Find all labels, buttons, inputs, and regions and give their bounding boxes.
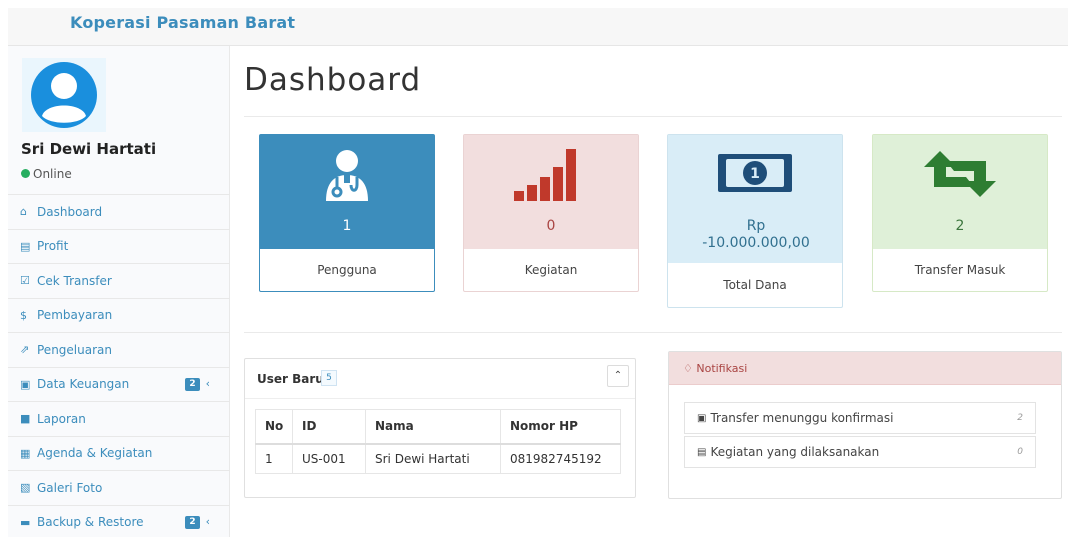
count-badge: 5 — [321, 370, 337, 386]
avatar — [22, 58, 106, 132]
sidebar-item-label: Data Keuangan — [37, 377, 130, 392]
chevron-left-icon: ‹ — [205, 514, 210, 528]
user-status-label: Online — [33, 167, 72, 181]
notification-label: Kegiatan yang dilaksanakan — [710, 445, 880, 459]
money-bill-icon: 1 — [718, 154, 792, 192]
sidebar-item-label: Cek Transfer — [37, 273, 112, 288]
table-cell: 1 — [255, 443, 293, 474]
notifikasi-panel: ♢ Notifikasi ▣ Transfer menunggu konfirm… — [668, 351, 1062, 499]
dollar-icon: $ — [20, 308, 27, 322]
user-doctor-icon — [326, 150, 368, 201]
money-icon: ▣ — [20, 377, 31, 391]
table-cell: US-001 — [292, 443, 366, 474]
divider — [244, 116, 1062, 117]
table-row[interactable]: 1 US-001 Sri Dewi Hartati 081982745192 — [255, 443, 621, 474]
stat-value: 0 — [546, 218, 556, 234]
stat-card-transfer-masuk[interactable]: 2 Transfer Masuk — [872, 134, 1048, 292]
sidebar-item-label: Profit — [37, 239, 69, 254]
column-header: Nomor HP — [500, 409, 621, 445]
bar-chart-icon: ▤ — [20, 239, 31, 253]
signal-icon — [514, 149, 576, 201]
stat-card-kegiatan[interactable]: 0 Kegiatan — [463, 134, 639, 292]
stat-card-total-dana[interactable]: 1 Rp -10.000.000,00 Total Dana — [667, 134, 843, 308]
column-header: Nama — [365, 409, 501, 445]
panel-title-label: Notifikasi — [696, 362, 748, 375]
money-icon: ▣ — [697, 412, 707, 424]
sidebar-item-label: Laporan — [37, 411, 86, 426]
notification-item-transfer[interactable]: ▣ Transfer menunggu konfirmasi 2 — [684, 402, 1036, 434]
menu-badge: 2 — [185, 515, 200, 529]
sidebar-item-agenda-kegiatan[interactable]: ▦ Agenda & Kegiatan — [8, 435, 230, 471]
sidebar-item-label: Agenda & Kegiatan — [37, 446, 153, 461]
list-icon: ▤ — [697, 446, 707, 458]
sidebar-item-label: Galeri Foto — [37, 480, 103, 495]
stat-value: 2 — [955, 218, 965, 234]
database-icon: ▬ — [20, 515, 31, 529]
chevron-up-icon: ⌃ — [613, 370, 623, 381]
sidebar-menu: ⌂ Dashboard ▤ Profit ☑ Cek Transfer $ Pe… — [8, 194, 230, 537]
menu-badge: 2 — [185, 377, 200, 391]
stat-label: Total Dana — [723, 278, 787, 292]
table-header-row: No ID Nama Nomor HP — [255, 409, 621, 445]
sidebar-item-backup-restore[interactable]: ▬ Backup & Restore 2 ‹ — [8, 504, 230, 537]
panel-header: User Baru 5 ⌃ — [245, 359, 635, 399]
stat-label: Pengguna — [317, 263, 377, 277]
sidebar-item-label: Dashboard — [37, 204, 103, 219]
collapse-button[interactable]: ⌃ — [607, 365, 629, 387]
sidebar-item-pengeluaran[interactable]: ⇗ Pengeluaran — [8, 332, 230, 367]
sidebar-item-label: Pengeluaran — [37, 342, 112, 357]
stat-card-top: 2 — [873, 135, 1047, 249]
brand-title[interactable]: Koperasi Pasaman Barat — [70, 13, 295, 32]
retweet-icon — [924, 151, 996, 197]
stat-value: 1 — [342, 218, 352, 234]
stat-card-top: 0 — [464, 135, 638, 249]
svg-text:1: 1 — [750, 166, 760, 182]
file-icon: ■ — [20, 412, 31, 426]
sidebar-item-pembayaran[interactable]: $ Pembayaran — [8, 297, 230, 333]
user-baru-panel: User Baru 5 ⌃ No ID Nama Nomor HP 1 US-0… — [244, 358, 636, 498]
calendar-icon: ▦ — [20, 446, 31, 460]
notification-label: Transfer menunggu konfirmasi — [710, 411, 894, 425]
user-name: Sri Dewi Hartati — [21, 140, 157, 158]
sidebar-item-galeri-foto[interactable]: ▧ Galeri Foto — [8, 470, 230, 505]
stat-card-pengguna[interactable]: 1 Pengguna — [259, 134, 435, 292]
sidebar-item-laporan[interactable]: ■ Laporan — [8, 401, 230, 436]
stat-label: Transfer Masuk — [914, 263, 1006, 277]
user-circle-icon — [31, 62, 97, 128]
column-header: ID — [292, 409, 366, 445]
sidebar: Sri Dewi Hartati Online ⌂ Dashboard ▤ Pr… — [8, 46, 230, 537]
online-dot-icon — [21, 169, 30, 178]
sidebar-item-data-keuangan[interactable]: ▣ Data Keuangan 2 ‹ — [8, 366, 230, 402]
notification-item-kegiatan[interactable]: ▤ Kegiatan yang dilaksanakan 0 — [684, 436, 1036, 468]
sidebar-item-label: Pembayaran — [37, 308, 113, 323]
column-header: No — [255, 409, 293, 445]
stat-label: Kegiatan — [524, 263, 578, 277]
stat-card-top: 1 Rp -10.000.000,00 — [668, 135, 842, 263]
notification-count: 2 — [1017, 413, 1023, 423]
sidebar-item-cek-transfer[interactable]: ☑ Cek Transfer — [8, 263, 230, 298]
table-cell: 081982745192 — [500, 443, 621, 474]
image-icon: ▧ — [20, 481, 31, 495]
notification-count: 0 — [1017, 447, 1023, 457]
bell-icon: ♢ — [683, 362, 697, 375]
chevron-left-icon: ‹ — [205, 376, 210, 390]
panel-title: ♢ Notifikasi — [683, 362, 747, 375]
top-navbar: Koperasi Pasaman Barat — [8, 8, 1068, 46]
page-title: Dashboard — [244, 62, 422, 98]
home-icon: ⌂ — [20, 205, 27, 219]
divider — [244, 332, 1062, 333]
stat-value: Rp -10.000.000,00 — [702, 218, 810, 251]
sidebar-item-dashboard[interactable]: ⌂ Dashboard — [8, 194, 230, 229]
check-square-icon: ☑ — [20, 274, 30, 288]
stat-card-top: 1 — [260, 135, 434, 249]
external-link-icon: ⇗ — [20, 343, 30, 357]
sidebar-item-profit[interactable]: ▤ Profit — [8, 228, 230, 264]
panel-title: User Baru — [257, 372, 324, 386]
user-status: Online — [21, 167, 72, 181]
sidebar-item-label: Backup & Restore — [37, 515, 144, 530]
panel-header: ♢ Notifikasi — [669, 352, 1061, 385]
table-cell: Sri Dewi Hartati — [365, 443, 501, 474]
user-table: No ID Nama Nomor HP 1 US-001 Sri Dewi Ha… — [255, 409, 621, 474]
